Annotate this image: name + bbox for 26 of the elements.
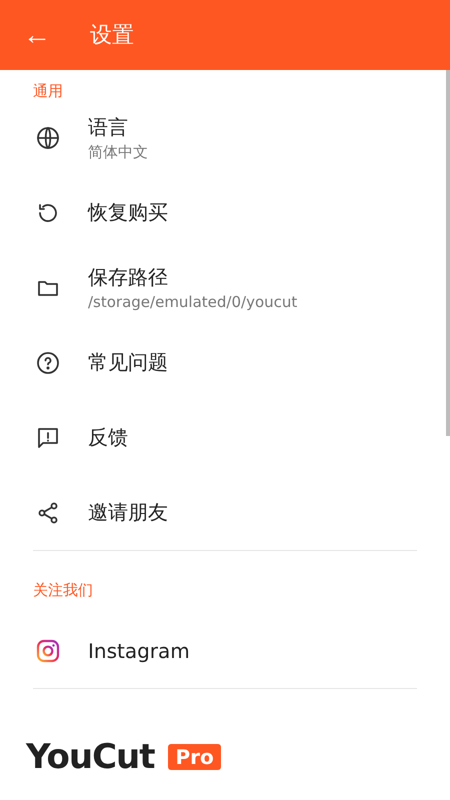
item-title: 恢复购买 [88,199,168,226]
item-title: 反馈 [88,424,128,451]
settings-item[interactable]: Instagram [0,613,450,688]
settings-item[interactable]: 恢复购买 [0,175,450,250]
settings-item[interactable]: 保存路径 /storage/emulated/0/youcut [0,250,450,325]
page-title: 设置 [90,22,134,50]
item-title: 保存路径 [88,264,169,291]
globe-icon [36,126,60,150]
item-title: 邀请朋友 [88,499,168,526]
settings-item[interactable]: 语言 简体中文 [0,100,450,175]
camera-icon [36,638,60,662]
feedback-icon [36,426,60,450]
item-title: 常见问题 [88,349,168,376]
pro-badge: Pro [168,744,221,770]
app-logo: YouCut [26,737,154,777]
settings-item[interactable]: 反馈 [0,400,450,475]
item-subtitle: 简体中文 [88,142,148,162]
item-title: 语言 [88,114,129,140]
item-subtitle: /storage/emulated/0/youcut [88,293,298,311]
help-icon [36,350,60,374]
share-icon [36,500,60,524]
item-title: Instagram [88,638,190,662]
settings-item[interactable]: 邀请朋友 [0,475,450,550]
settings-item[interactable]: 常见问题 [0,325,450,400]
section-header: 通用 [32,81,64,100]
section-header: 关注我们 [32,580,94,601]
